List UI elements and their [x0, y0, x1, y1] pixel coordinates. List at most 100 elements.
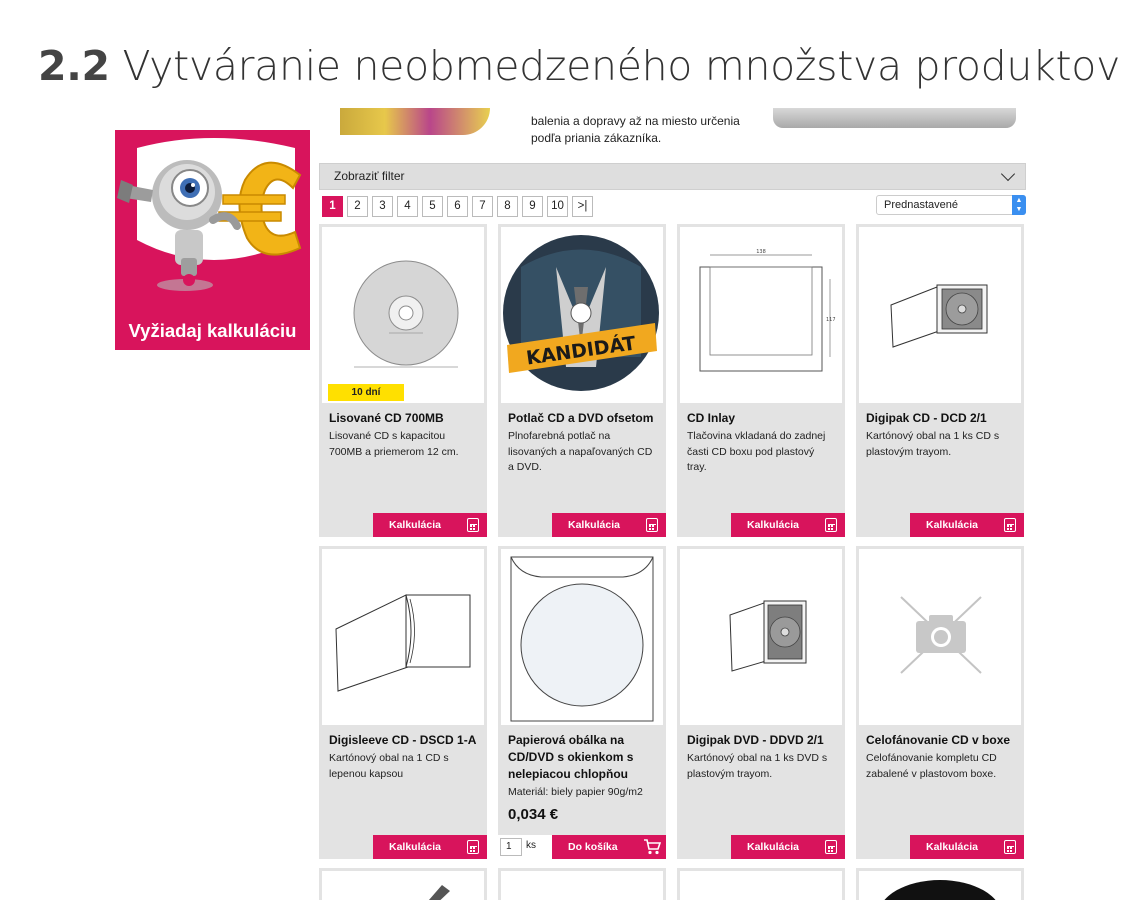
product-card: Digisleeve CD - DSCD 1-A Kartónový obal … — [319, 546, 487, 859]
calculator-icon — [1004, 518, 1016, 532]
product-card: Celofánovanie CD v boxe Celofánovanie ko… — [856, 546, 1024, 859]
slide-number: 2.2 — [38, 42, 110, 90]
calculator-icon — [1004, 840, 1016, 854]
product-description: Materiál: biely papier 90g/m2 — [508, 786, 643, 798]
product-title[interactable]: CD Inlay — [687, 410, 835, 427]
delivery-badge: 10 dní — [328, 384, 404, 401]
page-button-9[interactable]: 9 — [522, 196, 543, 217]
product-price: 0,034 € — [508, 805, 559, 823]
product-info: Papierová obálka na CD/DVD s okienkom s … — [498, 725, 666, 823]
product-info: Celofánovanie CD v boxe Celofánovanie ko… — [856, 725, 1024, 782]
product-description: Plnofarebná potlač na lisovaných a napaľ… — [508, 430, 653, 473]
product-footer: Kalkulácia — [856, 835, 1024, 859]
product-image[interactable]: 10 dní — [322, 227, 484, 403]
calculation-button-label: Kalkulácia — [747, 841, 799, 853]
product-card: Digipak DVD - DDVD 2/1 Kartónový obal na… — [677, 546, 845, 859]
chevron-down-icon — [1000, 166, 1016, 182]
banner-case-image — [773, 108, 1016, 128]
calculation-button[interactable]: Kalkulácia — [373, 835, 487, 859]
quantity-input[interactable]: 1 — [500, 838, 522, 856]
banner-text-line-1: balenia a dopravy až na miesto určenia — [531, 114, 740, 128]
calculation-button-label: Kalkulácia — [568, 519, 620, 531]
product-card-partial — [319, 868, 487, 900]
product-card: KANDIDÁT Potlač CD a DVD ofsetom Plnofar… — [498, 224, 666, 537]
product-footer: 1 ks Do košíka — [498, 835, 666, 859]
calculation-button-label: Kalkulácia — [747, 519, 799, 531]
product-title[interactable]: Celofánovanie CD v boxe — [866, 732, 1014, 749]
product-title[interactable]: Lisované CD 700MB — [329, 410, 477, 427]
product-card: Digipak CD - DCD 2/1 Kartónový obal na 1… — [856, 224, 1024, 537]
page-button-7[interactable]: 7 — [472, 196, 493, 217]
slide-title: 2.2 Vytváranie neobmedzeného množstva pr… — [38, 42, 1120, 90]
product-card: Papierová obálka na CD/DVD s okienkom s … — [498, 546, 666, 859]
page-button-5[interactable]: 5 — [422, 196, 443, 217]
product-description: Tlačovina vkladaná do zadnej časti CD bo… — [687, 430, 826, 473]
calculator-icon — [467, 840, 479, 854]
calculation-button-label: Kalkulácia — [926, 841, 978, 853]
page-button-last[interactable]: >| — [572, 196, 593, 217]
product-description: Lisované CD s kapacitou 700MB a priemero… — [329, 430, 459, 458]
page-button-3[interactable]: 3 — [372, 196, 393, 217]
filter-toggle[interactable]: Zobraziť filter — [319, 163, 1026, 190]
product-image[interactable] — [859, 227, 1021, 403]
product-image[interactable] — [680, 871, 842, 900]
product-info: Lisované CD 700MB Lisované CD s kapacito… — [319, 403, 487, 460]
calculation-button[interactable]: Kalkulácia — [373, 513, 487, 537]
banner-text: balenia a dopravy až na miesto určenia p… — [531, 113, 740, 147]
page-button-4[interactable]: 4 — [397, 196, 418, 217]
page-button-2[interactable]: 2 — [347, 196, 368, 217]
product-card-partial — [856, 868, 1024, 900]
quantity-group: 1 ks — [498, 835, 553, 859]
page-button-8[interactable]: 8 — [497, 196, 518, 217]
page-button-10[interactable]: 10 — [547, 196, 568, 217]
product-image[interactable] — [859, 549, 1021, 725]
product-footer: Kalkulácia — [498, 513, 666, 537]
product-image[interactable] — [501, 549, 663, 725]
product-title[interactable]: Digipak CD - DCD 2/1 — [866, 410, 1014, 427]
product-info: Digisleeve CD - DSCD 1-A Kartónový obal … — [319, 725, 487, 782]
product-image[interactable] — [322, 871, 484, 900]
product-image[interactable] — [501, 871, 663, 900]
product-image[interactable] — [859, 871, 1021, 900]
calculation-button-label: Kalkulácia — [926, 519, 978, 531]
product-image[interactable] — [680, 549, 842, 725]
banner-dvd-image — [340, 108, 490, 135]
calculation-button[interactable]: Kalkulácia — [552, 513, 666, 537]
product-footer: Kalkulácia — [677, 835, 845, 859]
product-image[interactable] — [322, 549, 484, 725]
product-footer: Kalkulácia — [319, 835, 487, 859]
product-title[interactable]: Digisleeve CD - DSCD 1-A — [329, 732, 477, 749]
banner-text-line-2: podľa priania zákazníka. — [531, 131, 662, 145]
promo-label: Vyžiadaj kalkuláciu — [128, 320, 297, 341]
calculation-button[interactable]: Kalkulácia — [731, 513, 845, 537]
product-thumbnail-icon — [428, 885, 450, 900]
printed-disc-icon: KANDIDÁT — [503, 235, 659, 391]
product-image[interactable]: KANDIDÁT — [501, 227, 663, 403]
calculation-button[interactable]: Kalkulácia — [910, 835, 1024, 859]
product-info: Potlač CD a DVD ofsetom Plnofarebná potl… — [498, 403, 666, 476]
sort-select[interactable]: Prednastavené ▲ ▼ — [876, 195, 1026, 215]
filter-label: Zobraziť filter — [334, 169, 405, 183]
digisleeve-icon — [335, 594, 471, 692]
calculation-button[interactable]: Kalkulácia — [910, 513, 1024, 537]
robot-euro-icon — [117, 138, 302, 291]
cd-disc-icon — [353, 260, 459, 368]
product-listing-screenshot: balenia a dopravy až na miesto určenia p… — [318, 108, 1028, 900]
calculation-button-label: Kalkulácia — [389, 519, 441, 531]
product-title[interactable]: Papierová obálka na CD/DVD s okienkom s … — [508, 732, 656, 783]
product-footer: Kalkulácia — [319, 513, 487, 537]
product-title[interactable]: Potlač CD a DVD ofsetom — [508, 410, 656, 427]
product-image[interactable]: 138 117 — [680, 227, 842, 403]
calculation-promo-tile[interactable]: Vyžiadaj kalkuláciu — [115, 130, 310, 350]
calculation-button[interactable]: Kalkulácia — [731, 835, 845, 859]
page-button-6[interactable]: 6 — [447, 196, 468, 217]
product-info: Digipak CD - DCD 2/1 Kartónový obal na 1… — [856, 403, 1024, 460]
sort-selected-value: Prednastavené — [884, 199, 958, 211]
calculator-icon — [646, 518, 658, 532]
add-to-cart-label: Do košíka — [568, 841, 618, 853]
quantity-unit: ks — [526, 840, 536, 851]
product-title[interactable]: Digipak DVD - DDVD 2/1 — [687, 732, 835, 749]
page-button-1[interactable]: 1 — [322, 196, 343, 217]
add-to-cart-button[interactable]: Do košíka — [552, 835, 666, 859]
product-card-partial — [498, 868, 666, 900]
